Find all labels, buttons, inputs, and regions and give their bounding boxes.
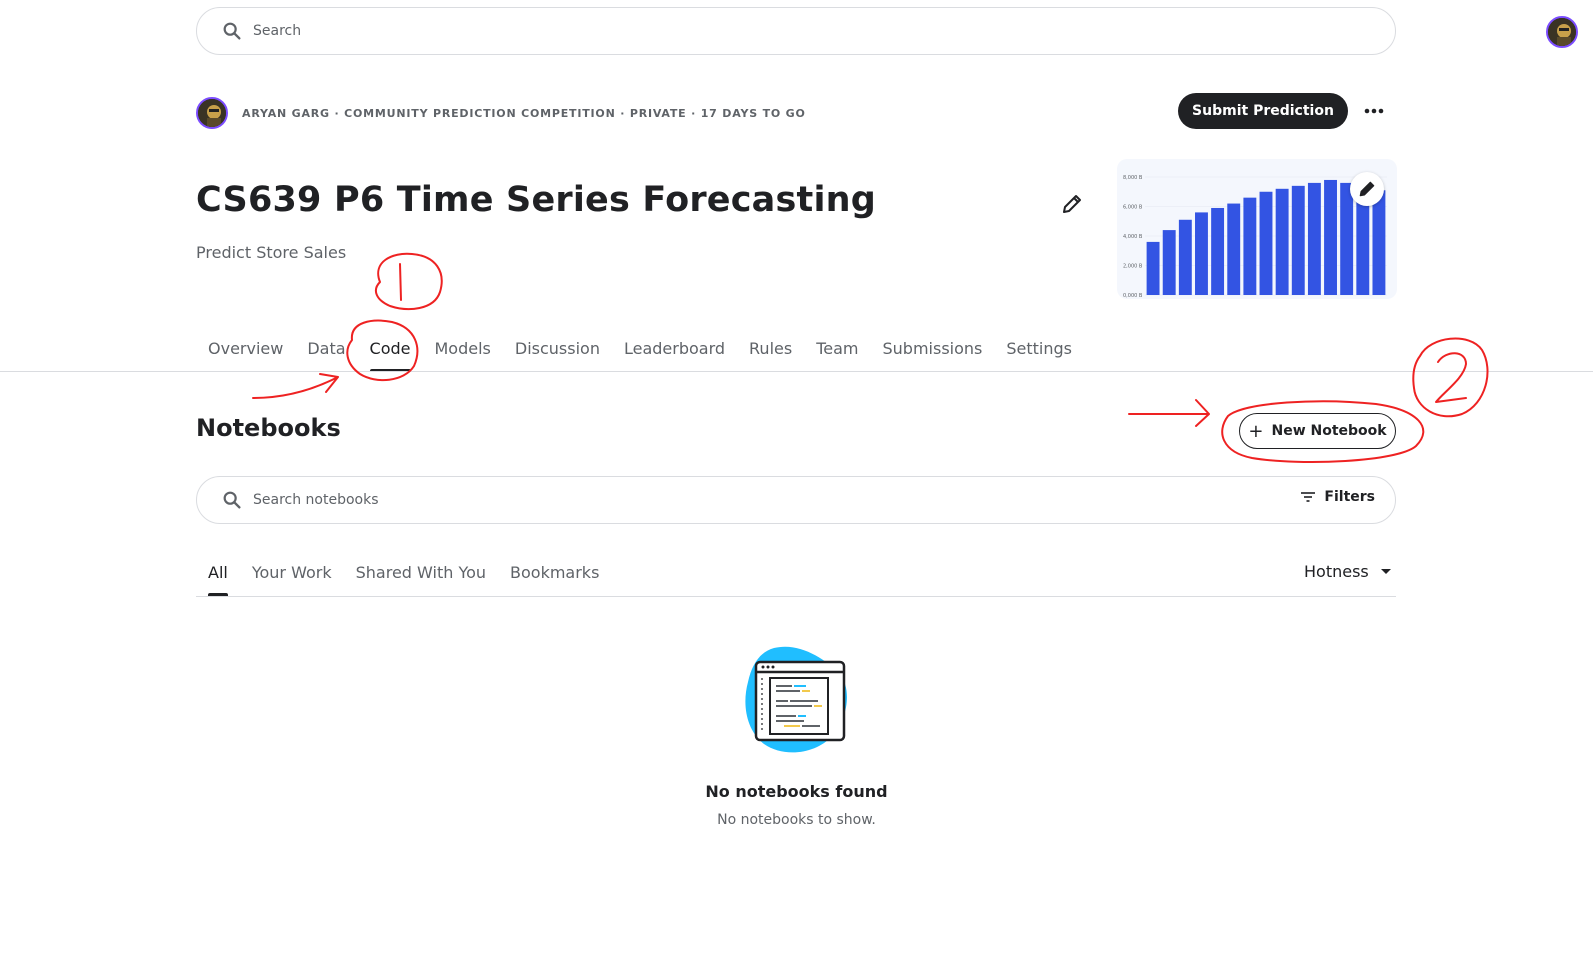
thumbnail-bar xyxy=(1227,203,1241,295)
thumbnail-bar xyxy=(1340,182,1354,295)
arrow-to-new-notebook xyxy=(1128,399,1210,427)
empty-state-subtitle: No notebooks to show. xyxy=(717,812,876,828)
filters-button[interactable]: Filters xyxy=(1300,489,1375,505)
subtab-your-work[interactable]: Your Work xyxy=(252,548,332,596)
competition-tabs: Overview Data Code Models Discussion Leaderbo… xyxy=(196,324,1084,372)
avatar-image xyxy=(1548,18,1576,46)
avatar-image xyxy=(198,99,226,127)
y-tick-label: 0,000 B xyxy=(1123,293,1143,299)
y-tick-label: 6,000 B xyxy=(1123,205,1143,211)
thumbnail-bar xyxy=(1324,179,1337,295)
subtab-shared-with-you[interactable]: Shared With You xyxy=(356,548,486,596)
search-icon xyxy=(223,22,241,40)
numeral-one-stroke xyxy=(399,263,402,301)
user-avatar[interactable] xyxy=(1546,16,1578,48)
notebooks-heading: Notebooks xyxy=(196,414,341,442)
tab-overview[interactable]: Overview xyxy=(208,324,283,372)
host-avatar[interactable] xyxy=(196,97,228,129)
notebook-filter-tabs: All Your Work Shared With You Bookmarks xyxy=(196,548,611,596)
sub-tabs-divider xyxy=(196,596,1396,597)
tab-discussion[interactable]: Discussion xyxy=(515,324,600,372)
empty-notebook-illustration xyxy=(745,646,847,753)
thumbnail-bar xyxy=(1243,197,1257,295)
tabs-divider xyxy=(0,371,1593,372)
filter-icon xyxy=(1301,492,1316,502)
thumbnail-bar xyxy=(1146,241,1160,295)
thumbnail-bar xyxy=(1259,191,1273,295)
thumbnail-bar xyxy=(1307,182,1321,295)
tab-data[interactable]: Data xyxy=(307,324,345,372)
thumbnail-bar xyxy=(1162,230,1176,295)
submit-prediction-button[interactable]: Submit Prediction xyxy=(1178,93,1348,129)
thumbnail-bar xyxy=(1195,212,1208,295)
search-icon xyxy=(223,491,241,509)
subtab-bookmarks[interactable]: Bookmarks xyxy=(510,548,599,596)
global-search-bar[interactable] xyxy=(196,7,1396,55)
new-notebook-label: New Notebook xyxy=(1271,423,1387,439)
notebook-search-bar[interactable]: Filters xyxy=(196,476,1396,524)
y-tick-label: 2,000 B xyxy=(1123,264,1143,270)
thumbnail-bar xyxy=(1178,219,1192,295)
filters-label: Filters xyxy=(1324,489,1375,505)
notebook-search-input[interactable] xyxy=(253,492,1153,508)
pencil-icon xyxy=(1063,195,1081,213)
arrow-to-code xyxy=(252,373,339,399)
edit-title-button[interactable] xyxy=(1060,192,1084,216)
sort-dropdown[interactable]: Hotness xyxy=(1304,562,1391,581)
tab-submissions[interactable]: Submissions xyxy=(883,324,983,372)
tab-team[interactable]: Team xyxy=(816,324,858,372)
thumbnail-bar xyxy=(1372,190,1386,295)
sort-label: Hotness xyxy=(1304,562,1369,581)
tab-rules[interactable]: Rules xyxy=(749,324,792,372)
pencil-icon xyxy=(1359,181,1375,197)
edit-thumbnail-button[interactable] xyxy=(1350,172,1384,206)
caret-down-icon xyxy=(1380,569,1391,574)
circle-mark-2 xyxy=(1412,337,1489,418)
plus-icon: + xyxy=(1248,420,1264,442)
subtab-all[interactable]: All xyxy=(208,548,228,596)
page-title: CS639 P6 Time Series Forecasting xyxy=(196,180,877,220)
more-horizontal-icon xyxy=(1364,108,1384,114)
tab-models[interactable]: Models xyxy=(435,324,491,372)
tab-leaderboard[interactable]: Leaderboard xyxy=(624,324,725,372)
new-notebook-button[interactable]: + New Notebook xyxy=(1239,413,1396,449)
global-search-input[interactable] xyxy=(253,23,1253,39)
y-tick-label: 8,000 B xyxy=(1123,175,1143,181)
thumbnail-bar xyxy=(1291,185,1305,295)
empty-state-title: No notebooks found xyxy=(705,782,888,801)
thumbnail-bar xyxy=(1211,207,1225,295)
competition-meta-text: ARYAN GARG · COMMUNITY PREDICTION COMPET… xyxy=(242,106,806,120)
y-tick-label: 4,000 B xyxy=(1123,234,1143,240)
more-options-button[interactable] xyxy=(1356,93,1392,129)
thumbnail-bar xyxy=(1275,188,1289,295)
circle-mark-1 xyxy=(374,252,443,311)
tab-settings[interactable]: Settings xyxy=(1006,324,1072,372)
page-subtitle: Predict Store Sales xyxy=(196,243,347,262)
numeral-two-stroke xyxy=(1435,352,1467,403)
tab-code[interactable]: Code xyxy=(369,324,411,372)
